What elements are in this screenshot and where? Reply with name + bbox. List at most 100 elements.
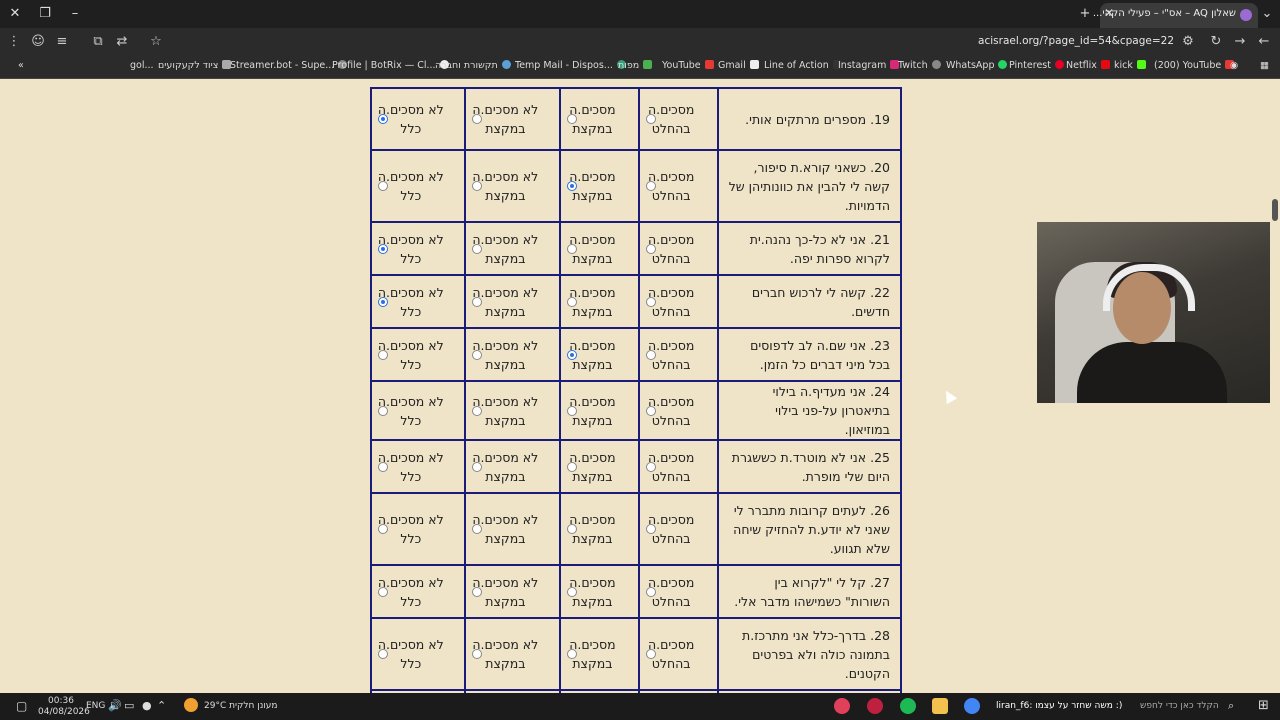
answer-option[interactable]: לא מסכים.ה במקצת <box>463 492 562 566</box>
reading-list-icon[interactable]: ≡ <box>52 32 72 52</box>
menu-icon[interactable]: ⋮ <box>4 32 24 52</box>
answer-option[interactable]: לא מסכים.ה במקצת <box>463 149 562 223</box>
answer-option[interactable]: לא מסכים.ה כלל <box>370 87 466 151</box>
radio-button[interactable] <box>645 461 656 472</box>
bookmark-item[interactable]: WhatsApp <box>946 60 1008 71</box>
radio-button[interactable] <box>471 524 482 534</box>
bookmark-item[interactable]: Streamer.bot - Supe... <box>230 60 348 71</box>
tray-expand-icon[interactable]: ⌃ <box>157 699 166 712</box>
radio-button[interactable] <box>378 296 388 307</box>
volume-icon[interactable]: 🔊 <box>108 699 122 712</box>
answer-option[interactable]: מסכים.ה במקצת <box>559 87 640 151</box>
radio-button[interactable] <box>645 524 656 534</box>
radio-button[interactable] <box>378 405 388 416</box>
radio-button[interactable] <box>567 349 578 360</box>
answer-option[interactable]: מסכים.ה במקצת <box>559 327 640 382</box>
radio-button[interactable] <box>567 296 578 307</box>
answer-option[interactable]: לא מסכים.ה כלל <box>370 564 466 619</box>
answer-option[interactable]: לא מסכים.ה כלל <box>370 492 466 566</box>
answer-option[interactable]: מסכים.ה בהחלט <box>637 492 719 566</box>
close-window-icon[interactable]: ✕ <box>4 4 26 24</box>
answer-option[interactable]: מסכים.ה בהחלט <box>637 274 719 329</box>
chrome-icon[interactable] <box>964 698 980 714</box>
bookmark-star-icon[interactable]: ☆ <box>146 32 166 52</box>
answer-option[interactable]: לא מסכים.ה במקצת <box>463 564 562 619</box>
radio-button[interactable] <box>378 181 388 191</box>
answer-option[interactable]: מסכים.ה במקצת <box>559 564 640 619</box>
answer-option[interactable]: מסכים.ה בהחלט <box>637 380 719 441</box>
answer-option[interactable]: מסכים.ה בהחלט <box>637 221 719 276</box>
radio-button[interactable] <box>471 461 482 472</box>
answer-option[interactable]: לא מסכים.ה כלל <box>370 380 466 441</box>
scrollbar-thumb[interactable] <box>1272 199 1278 221</box>
radio-button[interactable] <box>645 181 656 191</box>
answer-option[interactable]: מסכים.ה במקצת <box>559 439 640 494</box>
answer-option[interactable]: מסכים.ה בהחלט <box>637 439 719 494</box>
answer-option[interactable]: לא מסכים.ה במקצת <box>463 87 562 151</box>
bookmark-item[interactable]: Line of Action <box>764 60 842 71</box>
answer-option[interactable]: לא מסכים.ה במקצת <box>463 274 562 329</box>
answer-option[interactable]: לא מסכים.ה במקצת <box>463 617 562 691</box>
page-scrollbar[interactable] <box>1270 79 1280 693</box>
bookmark-item[interactable]: Netflix <box>1066 60 1110 71</box>
network-icon[interactable]: ▭ <box>124 699 134 712</box>
all-bookmarks-icon[interactable]: ▦ <box>1260 60 1269 71</box>
radio-button[interactable] <box>645 586 656 597</box>
minimize-window-icon[interactable]: – <box>64 4 86 24</box>
app-icon[interactable] <box>834 698 850 714</box>
radio-button[interactable] <box>645 349 656 360</box>
answer-option[interactable]: מסכים.ה במקצת <box>559 149 640 223</box>
bookmark-item[interactable]: Twitch <box>898 60 941 71</box>
radio-button[interactable] <box>471 243 482 254</box>
answer-option[interactable]: לא מסכים.ה כלל <box>370 221 466 276</box>
bookmarks-more-icon[interactable]: ◉ <box>1230 60 1238 71</box>
spotify-icon[interactable] <box>900 698 916 714</box>
file-explorer-icon[interactable] <box>932 698 948 714</box>
reload-icon[interactable]: ↻ <box>1206 32 1226 52</box>
radio-button[interactable] <box>378 586 388 597</box>
tab-search-icon[interactable]: ⌄ <box>1256 4 1278 24</box>
answer-option[interactable]: לא מסכים.ה במקצת <box>463 327 562 382</box>
windows-start-icon[interactable]: ⊞ <box>1258 698 1269 713</box>
radio-button[interactable] <box>471 405 482 416</box>
extensions-icon[interactable]: ⧉ <box>88 32 108 52</box>
radio-button[interactable] <box>567 405 578 416</box>
forward-icon[interactable]: ← <box>1254 32 1274 52</box>
answer-option[interactable]: מסכים.ה במקצת <box>559 380 640 441</box>
answer-option[interactable]: מסכים.ה בהחלט <box>637 149 719 223</box>
radio-button[interactable] <box>567 243 578 254</box>
answer-option[interactable]: מסכים.ה בהחלט <box>637 327 719 382</box>
answer-option[interactable]: לא מסכים.ה כלל <box>370 617 466 691</box>
answer-option[interactable]: לא מסכים.ה במקצת <box>463 221 562 276</box>
answer-option[interactable]: לא מסכים.ה כלל <box>370 274 466 329</box>
restore-window-icon[interactable]: ❐ <box>34 4 56 24</box>
answer-option[interactable]: מסכים.ה בהחלט <box>637 564 719 619</box>
profile-icon[interactable]: ☺ <box>28 32 48 52</box>
bookmark-item[interactable]: ציוד לקעקועים <box>158 60 232 71</box>
bookmark-item[interactable]: (200) YouTube <box>1154 60 1235 71</box>
answer-option[interactable]: מסכים.ה במקצת <box>559 617 640 691</box>
weather-text[interactable]: 29°C מעונן חלקית <box>204 701 278 711</box>
answer-option[interactable]: לא מסכים.ה במקצת <box>463 439 562 494</box>
bookmark-item[interactable]: מפות <box>618 60 653 71</box>
microphone-icon[interactable]: ● <box>142 699 152 712</box>
bookmark-item[interactable]: תקשורת וחברה <box>435 60 511 71</box>
radio-button[interactable] <box>378 524 388 534</box>
answer-option[interactable]: לא מסכים.ה במקצת <box>463 380 562 441</box>
bookmark-item[interactable]: Gmail <box>718 60 759 71</box>
radio-button[interactable] <box>471 586 482 597</box>
radio-button[interactable] <box>378 243 388 254</box>
back-icon[interactable]: → <box>1230 32 1250 52</box>
radio-button[interactable] <box>378 461 388 472</box>
answer-option[interactable]: מסכים.ה במקצת <box>559 221 640 276</box>
app-icon[interactable] <box>867 698 883 714</box>
search-icon[interactable]: ⌕ <box>1228 699 1234 713</box>
radio-button[interactable] <box>567 181 578 191</box>
clock-date[interactable]: 04/08/2026 <box>38 707 90 717</box>
language-indicator[interactable]: ENG <box>86 701 105 711</box>
radio-button[interactable] <box>567 461 578 472</box>
site-settings-icon[interactable]: ⚙ <box>1178 32 1198 52</box>
tab-active[interactable]: שאלון AQ – אס"י – פעילי הקהי... ✕ <box>1093 3 1258 28</box>
search-input[interactable]: הקלד כאן כדי לחפש <box>1140 701 1219 711</box>
radio-button[interactable] <box>567 649 578 659</box>
